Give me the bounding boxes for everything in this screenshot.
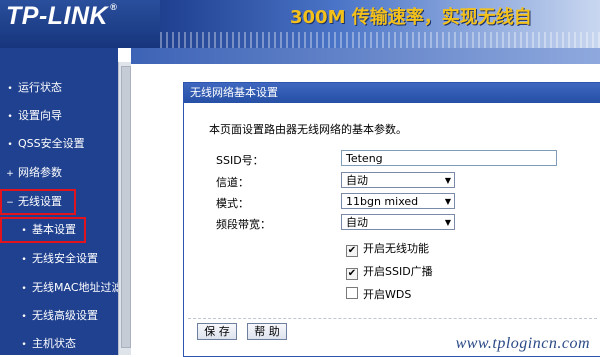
ssid-input[interactable]: Teteng	[341, 150, 557, 166]
ssid-broadcast-checkbox[interactable]: ✔	[346, 268, 358, 280]
sidebar-item-label: 无线设置	[18, 195, 62, 208]
watermark: www.tplogincn.com	[455, 335, 590, 352]
bullet-icon: •	[21, 312, 27, 322]
tp-link-logo: TP-LINK ®	[6, 2, 117, 31]
bandwidth-label: 频段带宽：	[216, 218, 271, 231]
sidebar-item-host-status[interactable]: • 主机状态	[0, 331, 118, 355]
banner-decoration	[160, 32, 600, 48]
sidebar-item-label: 网络参数	[18, 166, 62, 179]
sidebar-item-mac-filter[interactable]: • 无线MAC地址过滤	[0, 275, 118, 301]
help-button[interactable]: 帮 助	[247, 323, 287, 340]
ssid-broadcast-label: 开启SSID广播	[363, 265, 433, 278]
sidebar-item-wireless[interactable]: − 无线设置	[0, 189, 76, 215]
sidebar-item-label: 基本设置	[32, 223, 76, 236]
mode-select[interactable]: 11bgn mixed ▼	[341, 193, 455, 209]
mode-value: 11bgn mixed	[346, 195, 419, 208]
sidebar-nav: • 运行状态 • 设置向导 • QSS安全设置 + 网络参数 − 无线设置 • 基本设置 •…	[0, 48, 118, 355]
channel-value: 自动	[346, 174, 368, 187]
sidebar-item-label: 无线MAC地址过滤	[32, 281, 118, 294]
collapse-icon: −	[6, 198, 14, 208]
enable-wireless-checkbox[interactable]: ✔	[346, 245, 358, 257]
wds-label: 开启WDS	[363, 288, 412, 301]
wds-option: 开启WDS	[346, 286, 411, 302]
sidebar-item-label: QSS安全设置	[18, 137, 85, 150]
registered-mark: ®	[110, 2, 118, 12]
sidebar-item-qss[interactable]: • QSS安全设置	[0, 131, 118, 157]
ssid-label: SSID号：	[216, 154, 264, 167]
panel-title: 无线网络基本设置	[184, 83, 600, 103]
divider	[188, 318, 597, 319]
enable-wireless-option: ✔ 开启无线功能	[346, 240, 429, 257]
logo-text: TP-LINK	[6, 2, 109, 30]
bullet-icon: •	[7, 112, 13, 122]
sidebar-item-label: 设置向导	[18, 109, 62, 122]
sidebar-item-network[interactable]: + 网络参数	[0, 160, 118, 186]
enable-wireless-label: 开启无线功能	[363, 242, 429, 255]
wds-checkbox[interactable]	[346, 287, 358, 299]
save-button[interactable]: 保 存	[197, 323, 237, 340]
sidebar-item-wizard[interactable]: • 设置向导	[0, 103, 118, 129]
sidebar-item-label: 运行状态	[18, 81, 62, 94]
bullet-icon: •	[21, 340, 27, 350]
bandwidth-select[interactable]: 自动 ▼	[341, 214, 455, 230]
sidebar-item-wireless-security[interactable]: • 无线安全设置	[0, 246, 118, 272]
sidebar-item-wireless-advanced[interactable]: • 无线高级设置	[0, 303, 118, 329]
bullet-icon: •	[7, 84, 13, 94]
bullet-icon: •	[7, 140, 13, 150]
expand-icon: +	[6, 169, 14, 179]
wireless-basic-settings-panel: 无线网络基本设置 本页面设置路由器无线网络的基本参数。 SSID号： Teten…	[183, 82, 600, 357]
sidebar-scrollbar[interactable]	[118, 62, 131, 355]
sidebar-item-status[interactable]: • 运行状态	[0, 75, 118, 101]
header-bar: TP-LINK ® 300M 传输速率，实现无线自	[0, 0, 600, 48]
channel-label: 信道：	[216, 176, 249, 189]
sidebar-item-basic-settings[interactable]: • 基本设置	[0, 217, 86, 243]
panel-description: 本页面设置路由器无线网络的基本参数。	[209, 123, 407, 136]
sidebar-item-label: 无线高级设置	[32, 309, 98, 322]
bandwidth-value: 自动	[346, 216, 368, 229]
main-content: 无线网络基本设置 本页面设置路由器无线网络的基本参数。 SSID号： Teten…	[131, 48, 600, 357]
ssid-broadcast-option: ✔ 开启SSID广播	[346, 263, 433, 280]
channel-select[interactable]: 自动 ▼	[341, 172, 455, 188]
sidebar-item-label: 主机状态	[32, 337, 76, 350]
dropdown-arrow-icon: ▼	[444, 176, 451, 185]
dropdown-arrow-icon: ▼	[444, 218, 451, 227]
header-slogan: 300M 传输速率，实现无线自	[290, 7, 532, 28]
bullet-icon: •	[21, 284, 27, 294]
bullet-icon: •	[21, 255, 27, 265]
mode-label: 模式：	[216, 197, 249, 210]
scrollbar-thumb[interactable]	[121, 66, 131, 348]
bullet-icon: •	[21, 226, 27, 236]
dropdown-arrow-icon: ▼	[444, 197, 451, 206]
sidebar-item-label: 无线安全设置	[32, 252, 98, 265]
main-top-band	[131, 48, 600, 64]
